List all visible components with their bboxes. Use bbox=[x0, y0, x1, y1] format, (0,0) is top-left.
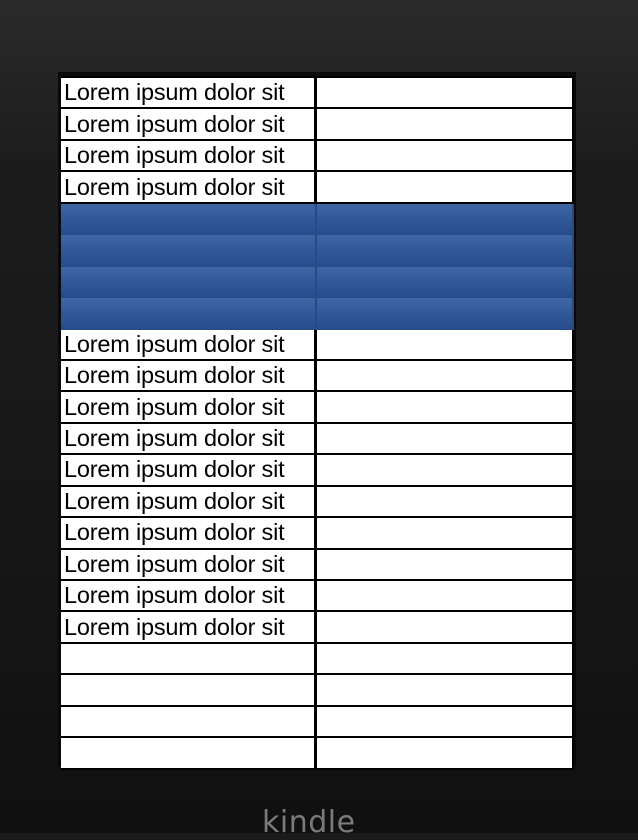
table-cell-col1[interactable]: Lorem ipsum dolor sit bbox=[61, 581, 317, 611]
table-row[interactable]: Lorem ipsum dolor sit bbox=[61, 172, 574, 204]
table-cell-col1[interactable]: Lorem ipsum dolor sit bbox=[61, 78, 317, 108]
table-cell-col2[interactable] bbox=[317, 549, 574, 579]
table-cell-col1[interactable] bbox=[61, 738, 317, 768]
table-cell-col2[interactable] bbox=[317, 486, 574, 517]
table-cell-col1[interactable]: Lorem ipsum dolor sit bbox=[61, 455, 317, 485]
table-cell-col2[interactable] bbox=[317, 423, 574, 454]
table-cell-col2[interactable] bbox=[317, 235, 574, 266]
table-cell-col2[interactable] bbox=[317, 172, 574, 202]
table-cell-col1[interactable] bbox=[61, 706, 317, 737]
table-cell-col1[interactable]: Lorem ipsum dolor sit bbox=[61, 172, 317, 202]
table-row-selected[interactable] bbox=[61, 298, 574, 330]
table-row[interactable]: Lorem ipsum dolor sit bbox=[61, 518, 574, 550]
table-cell-col2[interactable] bbox=[317, 706, 574, 737]
table-cell-col2[interactable] bbox=[317, 581, 574, 611]
table-cell-col1[interactable]: Lorem ipsum dolor sit bbox=[61, 549, 317, 579]
table-cell-col1[interactable] bbox=[61, 203, 317, 235]
table-cell-col2[interactable] bbox=[317, 738, 574, 768]
table-row[interactable]: Lorem ipsum dolor sit bbox=[61, 140, 574, 173]
table-row-selected[interactable] bbox=[61, 203, 574, 236]
table-row[interactable]: Lorem ipsum dolor sit bbox=[61, 329, 574, 361]
table-row[interactable]: Lorem ipsum dolor sit bbox=[61, 612, 574, 644]
table-row[interactable]: Lorem ipsum dolor sit bbox=[61, 549, 574, 581]
table-cell-col1[interactable] bbox=[61, 675, 317, 705]
table-cell-col2[interactable] bbox=[317, 266, 574, 298]
table-cell-col2[interactable] bbox=[317, 329, 574, 359]
table-cell-col2[interactable] bbox=[317, 298, 574, 329]
table-cell-col1[interactable]: Lorem ipsum dolor sit bbox=[61, 486, 317, 517]
table-cell-col1[interactable] bbox=[61, 298, 317, 329]
table-row[interactable]: Lorem ipsum dolor sit bbox=[61, 78, 574, 110]
table-row[interactable] bbox=[61, 738, 574, 770]
table-cell-col2[interactable] bbox=[317, 203, 574, 235]
table-row-selected[interactable] bbox=[61, 235, 574, 267]
table-cell-col1[interactable]: Lorem ipsum dolor sit bbox=[61, 360, 317, 391]
spreadsheet-table: Lorem ipsum dolor sit Lorem ipsum dolor s… bbox=[61, 76, 574, 770]
table-cell-col2[interactable] bbox=[317, 78, 574, 108]
table-row[interactable]: Lorem ipsum dolor sit bbox=[61, 360, 574, 393]
table-row[interactable]: Lorem ipsum dolor sit bbox=[61, 423, 574, 456]
table-cell-col2[interactable] bbox=[317, 675, 574, 705]
kindle-logo: kindle bbox=[262, 805, 356, 840]
table-cell-col1[interactable]: Lorem ipsum dolor sit bbox=[61, 423, 317, 454]
table-cell-col2[interactable] bbox=[317, 109, 574, 139]
table-cell-col1[interactable]: Lorem ipsum dolor sit bbox=[61, 140, 317, 171]
table-row-selected[interactable] bbox=[61, 266, 574, 299]
table-row[interactable] bbox=[61, 675, 574, 707]
table-cell-col1[interactable] bbox=[61, 235, 317, 266]
table-row[interactable]: Lorem ipsum dolor sit bbox=[61, 392, 574, 424]
table-cell-col2[interactable] bbox=[317, 643, 574, 674]
table-cell-col2[interactable] bbox=[317, 392, 574, 422]
table-cell-col1[interactable]: Lorem ipsum dolor sit bbox=[61, 109, 317, 139]
table-cell-col2[interactable] bbox=[317, 455, 574, 485]
table-cell-col1[interactable]: Lorem ipsum dolor sit bbox=[61, 612, 317, 642]
table-cell-col1[interactable]: Lorem ipsum dolor sit bbox=[61, 518, 317, 548]
table-cell-col2[interactable] bbox=[317, 360, 574, 391]
table-cell-col1[interactable] bbox=[61, 266, 317, 298]
table-row[interactable]: Lorem ipsum dolor sit bbox=[61, 455, 574, 487]
table-row[interactable] bbox=[61, 706, 574, 739]
table-cell-col1[interactable]: Lorem ipsum dolor sit bbox=[61, 392, 317, 422]
table-cell-col2[interactable] bbox=[317, 612, 574, 642]
table-row[interactable] bbox=[61, 643, 574, 676]
kindle-device: Lorem ipsum dolor sit Lorem ipsum dolor s… bbox=[0, 0, 638, 838]
table-cell-col2[interactable] bbox=[317, 518, 574, 548]
table-row[interactable]: Lorem ipsum dolor sit bbox=[61, 109, 574, 141]
table-row[interactable]: Lorem ipsum dolor sit bbox=[61, 486, 574, 519]
table-cell-col1[interactable] bbox=[61, 643, 317, 674]
table-cell-col2[interactable] bbox=[317, 140, 574, 171]
table-cell-col1[interactable]: Lorem ipsum dolor sit bbox=[61, 329, 317, 359]
table-row[interactable]: Lorem ipsum dolor sit bbox=[61, 581, 574, 613]
